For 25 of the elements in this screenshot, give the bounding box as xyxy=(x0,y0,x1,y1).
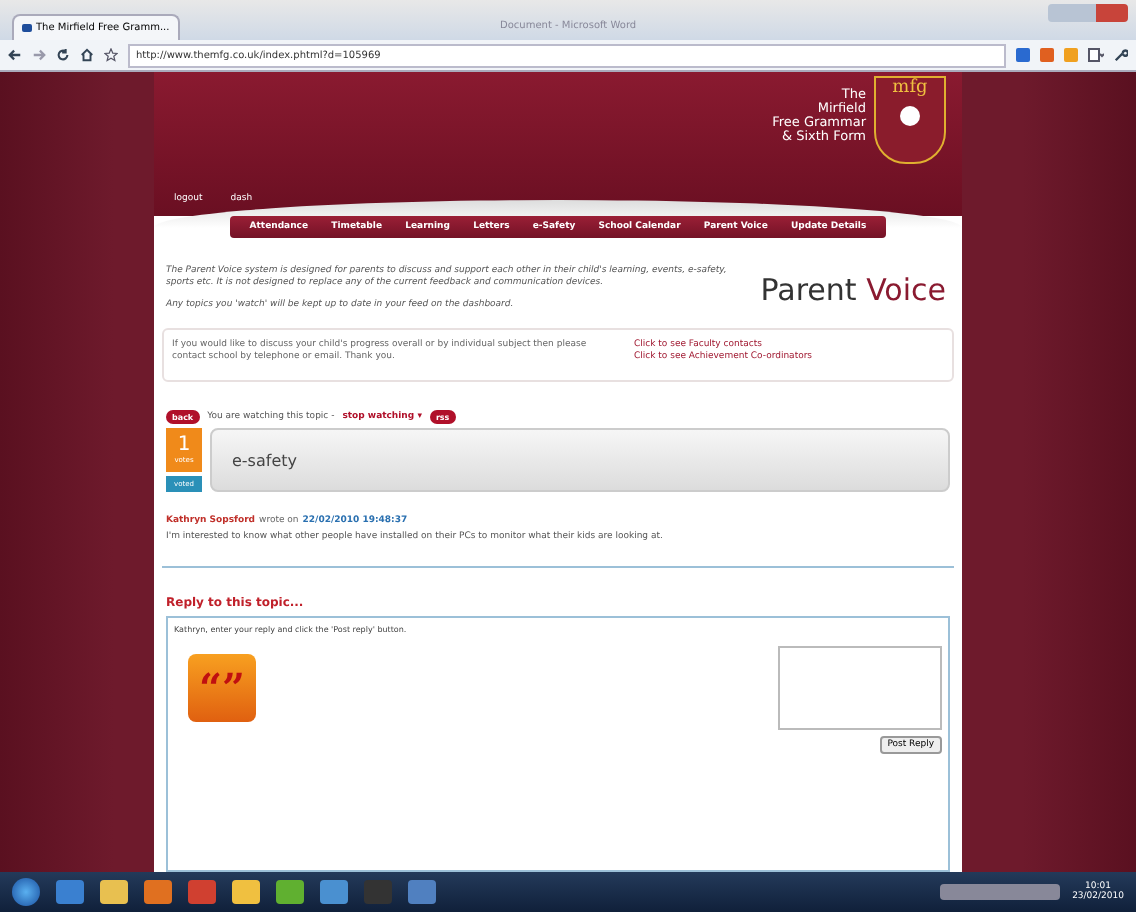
quote-icon: “” xyxy=(188,654,256,722)
page-menu-icon[interactable] xyxy=(1088,48,1104,62)
crest-text: mfg xyxy=(892,78,928,98)
back-icon[interactable] xyxy=(8,48,22,62)
window-controls[interactable] xyxy=(1048,4,1128,22)
taskbar-app-icon[interactable] xyxy=(276,880,304,904)
start-button[interactable] xyxy=(12,878,40,906)
topic-title: e-safety xyxy=(210,428,950,492)
taskbar-app-icon[interactable] xyxy=(188,880,216,904)
forward-icon[interactable] xyxy=(32,48,46,62)
taskbar-app-icon[interactable] xyxy=(408,880,436,904)
parent-voice-title: Parent Voice xyxy=(760,271,948,307)
reload-icon[interactable] xyxy=(56,48,70,62)
taskbar-app-icon[interactable] xyxy=(320,880,348,904)
reply-field[interactable] xyxy=(778,646,942,730)
wrench-icon[interactable] xyxy=(1114,48,1128,62)
taskbar-app-icon[interactable] xyxy=(100,880,128,904)
favicon-icon xyxy=(22,24,32,32)
star-icon[interactable] xyxy=(104,48,118,62)
home-icon[interactable] xyxy=(80,48,94,62)
taskbar-app-icon[interactable] xyxy=(364,880,392,904)
vote-number: 1 xyxy=(177,436,191,456)
taskbar-app-icon[interactable] xyxy=(232,880,260,904)
taskbar-app-icon[interactable] xyxy=(56,880,84,904)
taskbar-app-icon[interactable] xyxy=(144,880,172,904)
